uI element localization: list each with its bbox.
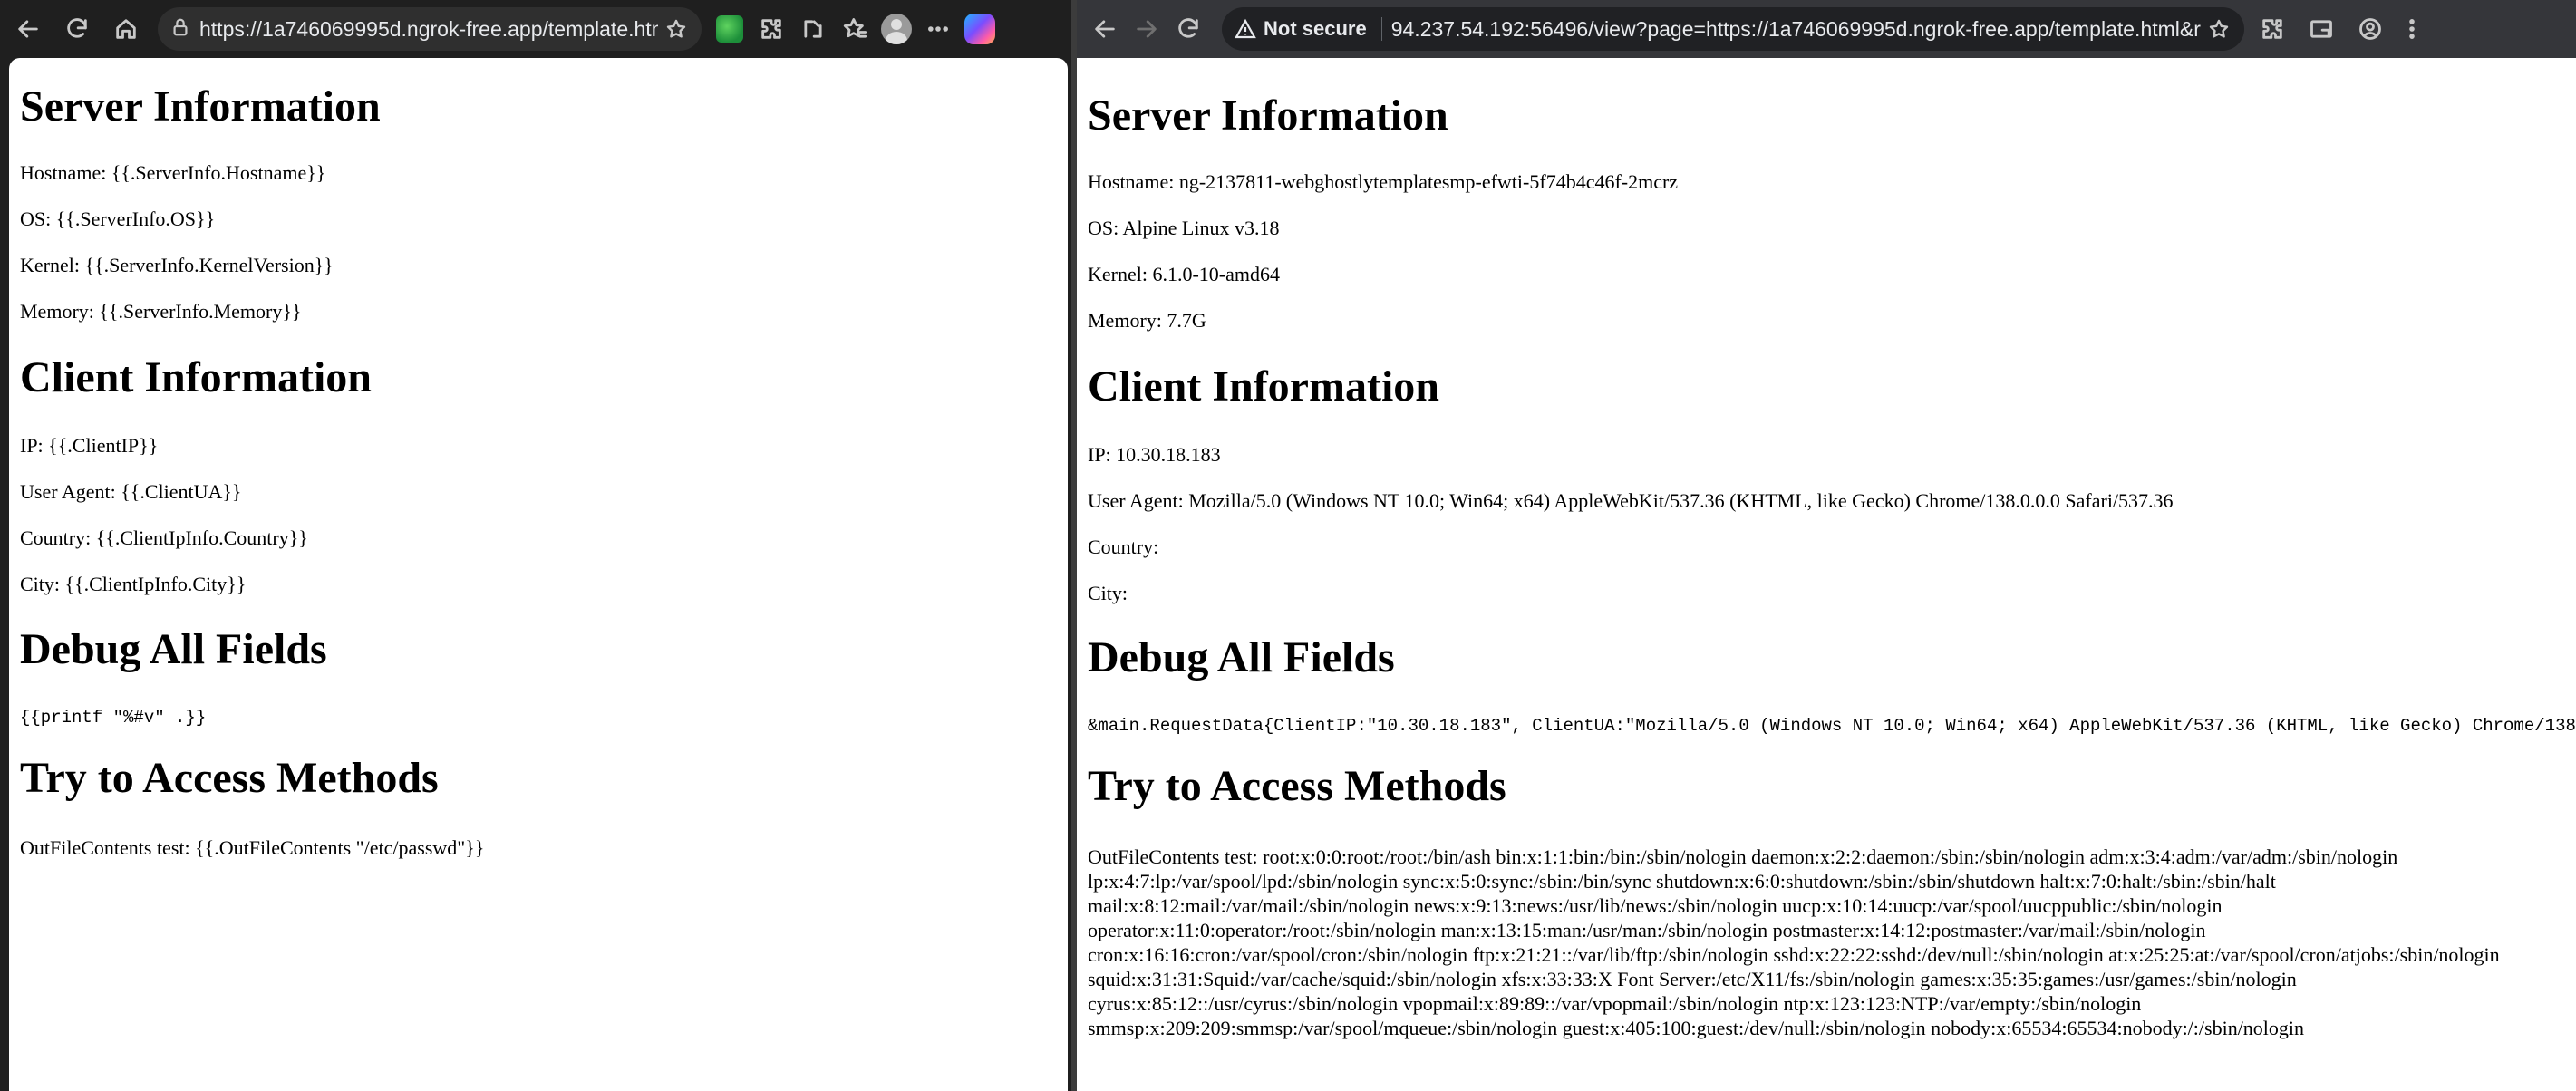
back-icon[interactable] <box>1084 8 1126 50</box>
favorite-star-icon[interactable] <box>658 11 694 47</box>
heading-client-information: Client Information <box>20 353 372 401</box>
user-agent-line: User Agent: {{.ClientUA}} <box>20 480 242 503</box>
user-agent-line: User Agent: Mozilla/5.0 (Windows NT 10.0… <box>1088 489 2174 512</box>
menu-kebab-icon[interactable] <box>2391 8 2433 50</box>
right-url-text[interactable]: 94.237.54.192:56496/view?page=https://1a… <box>1391 17 2201 42</box>
heading-try-access-methods: Try to Access Methods <box>20 754 439 802</box>
left-browser-toolbar: https://1a746069995d.ngrok-free.app/temp… <box>0 0 1071 58</box>
bookmark-star-icon[interactable] <box>2201 11 2237 47</box>
left-browser-window: https://1a746069995d.ngrok-free.app/temp… <box>0 0 1071 1091</box>
extensions-icon[interactable] <box>2252 8 2293 50</box>
heading-try-access-methods: Try to Access Methods <box>1088 762 1506 810</box>
left-url-text[interactable]: https://1a746069995d.ngrok-free.app/temp… <box>199 17 658 42</box>
not-secure-label: Not secure <box>1264 17 1367 40</box>
left-address-bar[interactable]: https://1a746069995d.ngrok-free.app/temp… <box>158 7 702 51</box>
not-secure-chip[interactable]: Not secure <box>1235 17 1382 41</box>
profile-avatar[interactable] <box>876 8 917 50</box>
debug-output: &main.RequestData{ClientIP:"10.30.18.183… <box>1088 716 2576 736</box>
back-icon[interactable] <box>7 8 49 50</box>
heading-debug-all-fields: Debug All Fields <box>1088 633 1395 681</box>
more-menu-icon[interactable] <box>917 8 959 50</box>
city-line: City: {{.ClientIpInfo.City}} <box>20 573 247 595</box>
os-line: OS: {{.ServerInfo.OS}} <box>20 208 216 230</box>
heading-debug-all-fields: Debug All Fields <box>20 625 327 673</box>
refresh-icon[interactable] <box>56 8 98 50</box>
city-line: City: <box>1088 582 1128 604</box>
warning-triangle-icon <box>1235 18 1256 39</box>
heading-server-information: Server Information <box>1088 92 1448 140</box>
right-page-viewport: Server Information Hostname: ng-2137811-… <box>1077 58 2576 1091</box>
reload-icon[interactable] <box>1167 8 1209 50</box>
ip-line: IP: 10.30.18.183 <box>1088 443 1221 466</box>
os-line: OS: Alpine Linux v3.18 <box>1088 217 1280 239</box>
debug-output: {{printf "%#v" .}} <box>20 708 207 728</box>
split-screen-icon[interactable] <box>792 8 834 50</box>
left-page-viewport: Server Information Hostname: {{.ServerIn… <box>9 58 1068 1091</box>
right-address-bar[interactable]: Not secure 94.237.54.192:56496/view?page… <box>1222 7 2244 51</box>
memory-line: Memory: {{.ServerInfo.Memory}} <box>20 300 302 323</box>
desktop: https://1a746069995d.ngrok-free.app/temp… <box>0 0 2576 1091</box>
country-line: Country: {{.ClientIpInfo.Country}} <box>20 526 308 549</box>
forward-icon[interactable] <box>1126 8 1167 50</box>
lock-icon[interactable] <box>170 17 190 42</box>
ip-line: IP: {{.ClientIP}} <box>20 434 159 457</box>
hostname-line: Hostname: {{.ServerInfo.Hostname}} <box>20 161 326 184</box>
extensions-puzzle-icon[interactable] <box>751 8 792 50</box>
kernel-line: Kernel: 6.1.0-10-amd64 <box>1088 263 1280 285</box>
hostname-line: Hostname: ng-2137811-webghostlytemplates… <box>1088 170 1679 193</box>
home-icon[interactable] <box>105 8 147 50</box>
outfilecontents-line: OutFileContents test: {{.OutFileContents… <box>20 836 485 859</box>
cast-tab-icon[interactable] <box>2300 8 2342 50</box>
right-browser-toolbar: Not secure 94.237.54.192:56496/view?page… <box>1077 0 2576 58</box>
heading-server-information: Server Information <box>20 82 381 130</box>
extension-translate-icon[interactable] <box>709 8 751 50</box>
heading-client-information: Client Information <box>1088 362 1439 410</box>
country-line: Country: <box>1088 536 1159 558</box>
profile-icon[interactable] <box>2349 8 2391 50</box>
right-browser-window: Not secure 94.237.54.192:56496/view?page… <box>1077 0 2576 1091</box>
copilot-icon[interactable] <box>959 8 1001 50</box>
passwd-file-contents: OutFileContents test: root:x:0:0:root:/r… <box>1088 845 2500 1039</box>
favorites-icon[interactable] <box>834 8 876 50</box>
memory-line: Memory: 7.7G <box>1088 309 1206 332</box>
kernel-line: Kernel: {{.ServerInfo.KernelVersion}} <box>20 254 334 276</box>
